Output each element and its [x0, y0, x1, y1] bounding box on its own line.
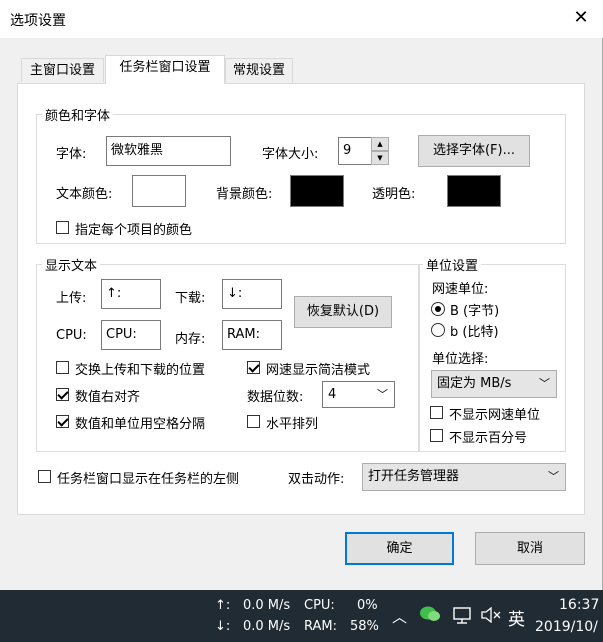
- unit-settings-group-label: 单位设置: [423, 255, 482, 274]
- bg-color-label: 背景颜色:: [216, 187, 273, 202]
- ime-indicator[interactable]: 英: [508, 605, 525, 630]
- unit-select-label: 单位选择:: [432, 352, 489, 367]
- taskbar-down-arrow: ↓:: [215, 619, 231, 634]
- digits-label: 数据位数:: [247, 390, 304, 405]
- volume-muted-icon[interactable]: [480, 607, 502, 623]
- bit-unit-radio[interactable]: [431, 323, 445, 337]
- swap-updown-label: 交换上传和下载的位置: [75, 363, 206, 378]
- tab-general[interactable]: 常规设置: [225, 58, 293, 82]
- spin-down-button[interactable]: ▼: [371, 151, 389, 165]
- restore-default-button[interactable]: 恢复默认(D): [294, 296, 392, 328]
- left-of-taskbar-checkbox[interactable]: [38, 470, 51, 483]
- double-click-value: 打开任务管理器: [368, 469, 460, 484]
- memory-label: 内存:: [175, 332, 206, 347]
- window-title: 选项设置: [10, 13, 66, 29]
- spin-up-button[interactable]: ▲: [371, 137, 389, 151]
- font-size-field[interactable]: 9: [338, 137, 372, 165]
- transparent-color-swatch[interactable]: [447, 175, 501, 207]
- display-text-group-label: 显示文本: [42, 255, 101, 274]
- right-align-checkbox[interactable]: [56, 388, 69, 401]
- chevron-up-icon[interactable]: ︿: [392, 606, 407, 627]
- cancel-button[interactable]: 取消: [475, 532, 585, 565]
- right-align-label: 数值右对齐: [75, 390, 141, 405]
- close-icon[interactable]: ✕: [570, 7, 592, 29]
- taskbar-up-arrow: ↑:: [215, 598, 231, 613]
- color-font-group-label: 颜色和字体: [42, 105, 114, 124]
- left-of-taskbar-label: 任务栏窗口显示在任务栏的左侧: [57, 472, 240, 487]
- cpu-text-field[interactable]: CPU:: [101, 320, 161, 350]
- transparent-color-label: 透明色:: [372, 187, 416, 202]
- double-click-label: 双击动作:: [288, 472, 345, 487]
- taskbar-ram-label: RAM:: [304, 619, 337, 634]
- tab-taskbar-window[interactable]: 任务栏窗口设置: [105, 55, 225, 84]
- hide-speed-unit-checkbox[interactable]: [430, 406, 443, 419]
- options-dialog: 选项设置 ✕ 主窗口设置 任务栏窗口设置 常规设置 颜色和字体 字体: 微软雅黑…: [0, 0, 603, 590]
- hide-percent-checkbox[interactable]: [430, 429, 443, 442]
- byte-unit-label: B (字节): [450, 304, 500, 319]
- cpu-label: CPU:: [56, 328, 87, 343]
- simple-mode-checkbox[interactable]: [247, 361, 260, 374]
- text-color-label: 文本颜色:: [56, 187, 113, 202]
- download-label: 下载:: [175, 291, 206, 306]
- chevron-down-icon: ﹀: [548, 470, 559, 483]
- speed-unit-label: 网速单位:: [432, 282, 489, 297]
- digits-value: 4: [328, 387, 337, 402]
- network-icon[interactable]: [451, 606, 473, 624]
- bg-color-swatch[interactable]: [290, 175, 344, 207]
- upload-label: 上传:: [56, 291, 87, 306]
- taskbar-cpu-label: CPU:: [304, 598, 335, 613]
- hide-percent-label: 不显示百分号: [449, 431, 528, 446]
- unit-select[interactable]: 固定为 MB/s ﹀: [431, 370, 557, 398]
- taskbar-ram-value: 58%: [350, 619, 379, 634]
- tab-main-window[interactable]: 主窗口设置: [21, 58, 104, 82]
- taskbar-cpu-value: 0%: [357, 598, 378, 613]
- upload-text-field[interactable]: ↑:: [101, 279, 161, 309]
- horizontal-label: 水平排列: [266, 417, 319, 432]
- space-separator-checkbox[interactable]: [56, 415, 69, 428]
- memory-text-field[interactable]: RAM:: [222, 320, 282, 350]
- unit-select-value: 固定为 MB/s: [437, 376, 512, 391]
- bit-unit-label: b (比特): [450, 325, 499, 340]
- taskbar-time[interactable]: 16:37: [559, 597, 599, 613]
- double-click-select[interactable]: 打开任务管理器 ﹀: [362, 463, 566, 491]
- download-text-field[interactable]: ↓:: [222, 279, 282, 309]
- byte-unit-radio[interactable]: [431, 302, 445, 316]
- digits-select[interactable]: 4 ﹀: [322, 381, 395, 408]
- taskbar-date[interactable]: 2019/10/: [535, 619, 598, 635]
- per-item-color-checkbox[interactable]: [56, 221, 69, 234]
- text-color-swatch[interactable]: [132, 175, 186, 207]
- taskbar-up-speed: 0.0 M/s: [243, 598, 291, 613]
- font-label: 字体:: [56, 147, 87, 162]
- chevron-down-icon: ﹀: [377, 388, 388, 401]
- chevron-down-icon: ﹀: [539, 377, 550, 390]
- hide-speed-unit-label: 不显示网速单位: [449, 408, 541, 423]
- font-size-label: 字体大小:: [262, 147, 319, 162]
- wechat-icon[interactable]: [419, 604, 441, 624]
- swap-updown-checkbox[interactable]: [56, 361, 69, 374]
- font-field[interactable]: 微软雅黑: [106, 136, 231, 166]
- title-bar: 选项设置 ✕: [0, 0, 603, 38]
- tab-panel: 颜色和字体 字体: 微软雅黑 字体大小: 9 ▲ ▼ 选择字体(F)... 文本…: [17, 83, 585, 515]
- space-separator-label: 数值和单位用空格分隔: [75, 417, 206, 432]
- simple-mode-label: 网速显示简洁模式: [266, 363, 371, 378]
- ok-button[interactable]: 确定: [345, 532, 454, 565]
- horizontal-checkbox[interactable]: [247, 415, 260, 428]
- per-item-color-label: 指定每个项目的颜色: [75, 223, 193, 238]
- choose-font-button[interactable]: 选择字体(F)...: [418, 135, 530, 167]
- taskbar: ↑: 0.0 M/s CPU: 0% ↓: 0.0 M/s RAM: 58% ︿…: [0, 590, 603, 642]
- taskbar-down-speed: 0.0 M/s: [243, 619, 291, 634]
